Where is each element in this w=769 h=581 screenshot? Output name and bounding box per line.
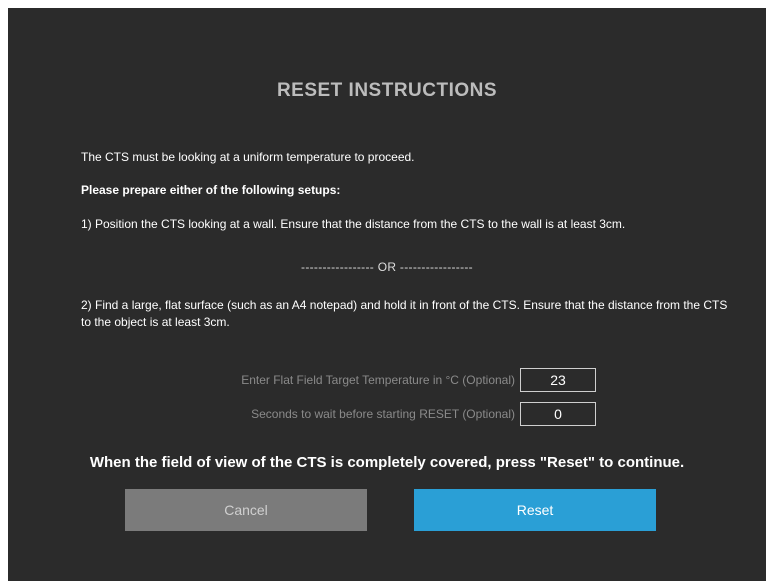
cancel-button[interactable]: Cancel [125, 489, 367, 531]
dialog-title: RESET INSTRUCTIONS [276, 80, 498, 101]
option1-text: 1) Position the CTS looking at a wall. E… [81, 217, 626, 231]
prepare-text: Please prepare either of the following s… [81, 183, 341, 197]
continue-instruction: When the field of view of the CTS is com… [89, 454, 685, 471]
reset-instructions-dialog: RESET INSTRUCTIONS The CTS must be looki… [8, 8, 766, 581]
temperature-label: Enter Flat Field Target Temperature in °… [241, 373, 515, 387]
wait-seconds-input[interactable] [520, 402, 596, 426]
wait-seconds-label: Seconds to wait before starting RESET (O… [251, 407, 515, 421]
temperature-field-row: Enter Flat Field Target Temperature in °… [8, 368, 766, 392]
temperature-input[interactable] [520, 368, 596, 392]
option2-text: 2) Find a large, flat surface (such as a… [81, 298, 728, 329]
wait-seconds-field-row: Seconds to wait before starting RESET (O… [8, 402, 766, 426]
or-separator: ----------------- OR ----------------- [301, 260, 473, 274]
intro-text: The CTS must be looking at a uniform tem… [81, 150, 415, 164]
reset-button[interactable]: Reset [414, 489, 656, 531]
